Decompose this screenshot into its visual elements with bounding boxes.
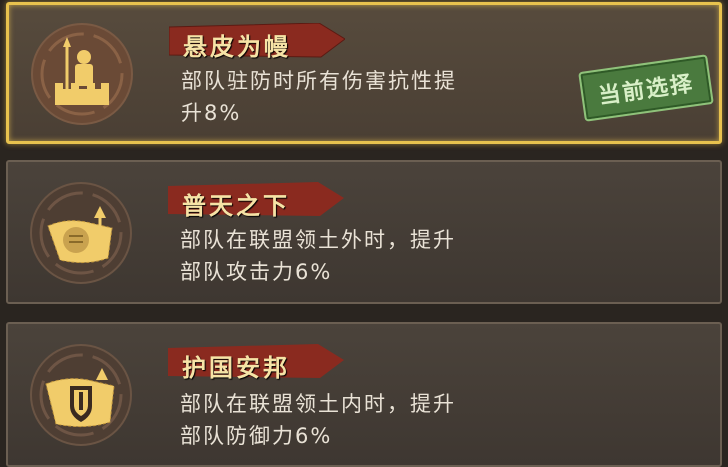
policy-description: 部队驻防时所有伤害抗性提 升8%	[181, 65, 581, 129]
policy-title-ribbon: 悬皮为幔	[169, 23, 345, 61]
fist-attack-icon	[26, 178, 136, 288]
fortress-knight-icon	[27, 19, 137, 129]
policy-title-ribbon: 护国安邦	[168, 344, 344, 382]
policy-desc-line: 部队驻防时所有伤害抗性提	[181, 69, 457, 93]
policy-desc-line: 部队攻击力6%	[180, 260, 333, 284]
policy-title: 普天之下	[182, 192, 290, 220]
policy-title-ribbon: 普天之下	[168, 182, 344, 220]
policy-card-2[interactable]: 普天之下 部队在联盟领土外时，提升 部队攻击力6%	[6, 160, 722, 304]
policy-card-3[interactable]: 护国安邦 部队在联盟领土内时，提升 部队防御力6%	[6, 322, 722, 467]
shield-defense-icon	[26, 340, 136, 450]
policy-list: 悬皮为幔 部队驻防时所有伤害抗性提 升8% 当前选择 普天之下 部队在联盟领土外…	[0, 0, 728, 467]
policy-desc-line: 升8%	[181, 101, 242, 125]
policy-description: 部队在联盟领土外时，提升 部队攻击力6%	[180, 224, 580, 288]
policy-desc-line: 部队在联盟领土外时，提升	[180, 228, 456, 252]
current-selection-badge: 当前选择	[578, 54, 714, 122]
policy-title: 护国安邦	[182, 354, 290, 382]
policy-description: 部队在联盟领土内时，提升 部队防御力6%	[180, 388, 580, 452]
policy-desc-line: 部队在联盟领土内时，提升	[180, 392, 456, 416]
policy-title: 悬皮为幔	[183, 33, 291, 61]
badge-label: 当前选择	[597, 71, 696, 110]
policy-desc-line: 部队防御力6%	[180, 424, 333, 448]
policy-card-1[interactable]: 悬皮为幔 部队驻防时所有伤害抗性提 升8% 当前选择	[6, 2, 722, 144]
